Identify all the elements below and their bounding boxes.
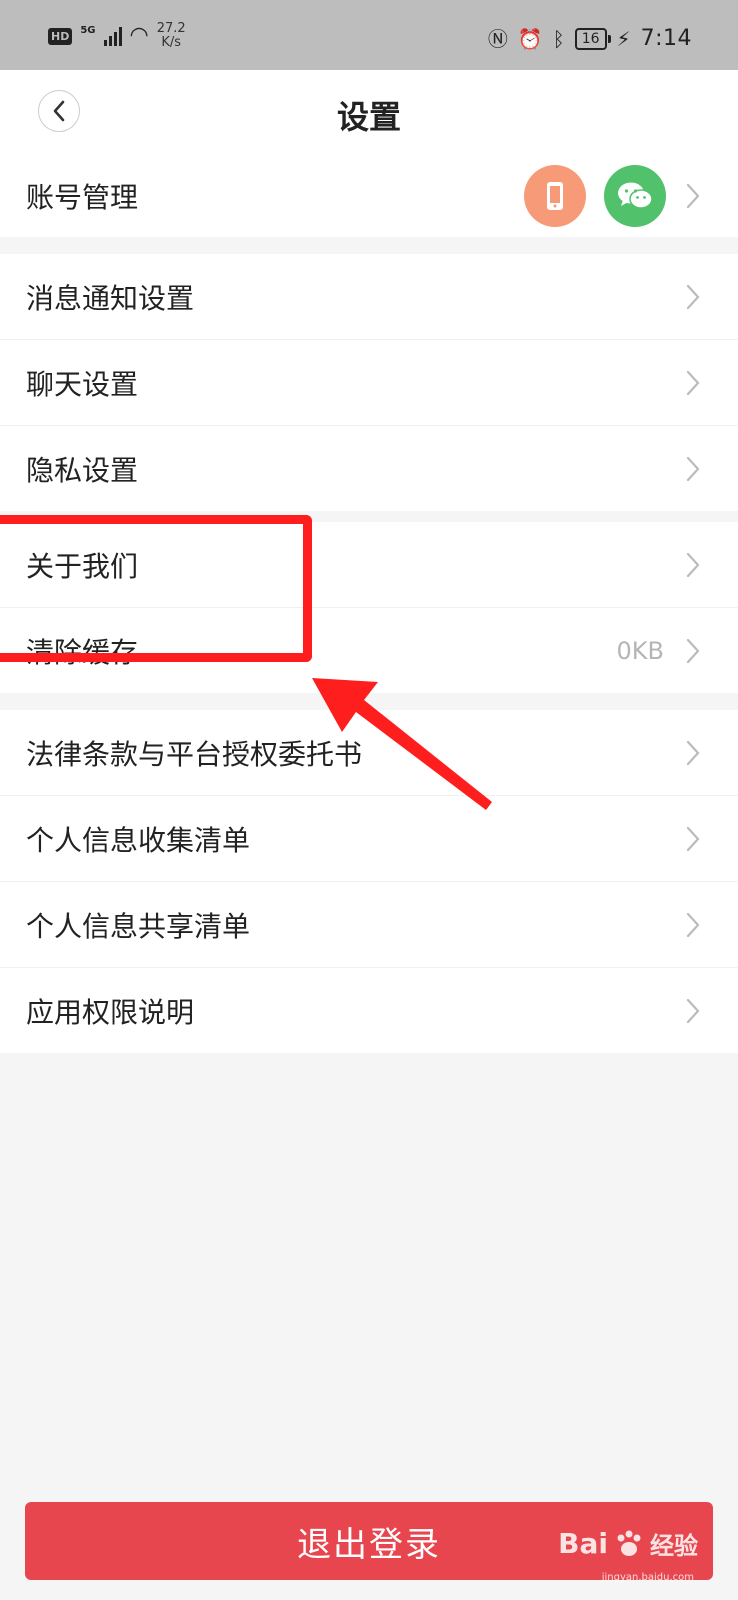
chevron-right-icon	[686, 552, 700, 577]
status-left: HD 5G ◠ 27.2 K/s	[48, 22, 186, 50]
speed-unit: K/s	[161, 35, 182, 50]
account-section: 账号管理	[0, 154, 738, 237]
charging-icon: ⚡	[616, 26, 631, 51]
chevron-right-icon	[686, 638, 700, 663]
chevron-right-icon	[686, 912, 700, 937]
row-label: 隐私设置	[26, 453, 139, 487]
chevron-right-icon	[686, 998, 700, 1023]
app-permissions-row[interactable]: 应用权限说明	[0, 968, 738, 1053]
bluetooth-icon: ᛒ	[552, 26, 565, 51]
personal-info-sharing-row[interactable]: 个人信息共享清单	[0, 882, 738, 968]
baidu-paw-icon	[617, 1530, 641, 1556]
phone-glyph	[547, 181, 563, 210]
row-label: 个人信息收集清单	[26, 823, 251, 857]
notification-settings-row[interactable]: 消息通知设置	[0, 254, 738, 340]
network-type: 5G	[80, 24, 96, 36]
watermark-suffix: 经验	[650, 1532, 698, 1560]
row-label: 消息通知设置	[26, 281, 195, 315]
phone-icon[interactable]	[524, 164, 586, 227]
chevron-right-icon	[686, 183, 700, 208]
bound-accounts	[524, 164, 666, 227]
annotation-highlight-box	[0, 515, 312, 662]
wechat-glyph	[618, 182, 653, 209]
clock: 7:14	[640, 26, 692, 51]
nfc-icon: Ⓝ	[487, 26, 508, 51]
row-label: 应用权限说明	[26, 995, 195, 1029]
nav-header: 设置	[0, 70, 738, 154]
chevron-right-icon	[686, 456, 700, 481]
account-management-row[interactable]: 账号管理	[0, 154, 738, 237]
status-bar: HD 5G ◠ 27.2 K/s Ⓝ ⏰ ᛒ 16 ⚡ 7:14	[0, 0, 738, 70]
signal-icon	[103, 26, 122, 46]
network-speed: 27.2 K/s	[157, 22, 186, 50]
chevron-right-icon	[686, 370, 700, 395]
cache-size: 0KB	[616, 636, 664, 665]
speed-value: 27.2	[156, 21, 186, 36]
wechat-icon[interactable]	[604, 164, 666, 227]
logout-label: 退出登录	[297, 1524, 441, 1565]
row-label: 个人信息共享清单	[26, 909, 251, 943]
chevron-right-icon	[686, 284, 700, 309]
settings-group-1: 消息通知设置 聊天设置 隐私设置	[0, 254, 738, 511]
hd-badge: HD	[48, 27, 73, 45]
chevron-right-icon	[686, 826, 700, 851]
page-title: 设置	[336, 98, 401, 136]
row-label: 聊天设置	[26, 367, 139, 401]
wifi-icon: ◠	[129, 23, 149, 48]
watermark-brand: Bai	[558, 1527, 608, 1560]
battery-icon: 16	[574, 27, 611, 50]
status-right: Ⓝ ⏰ ᛒ 16 ⚡ 7:14	[488, 26, 692, 51]
baidu-jingyan-watermark: Bai 百度 经验	[558, 1526, 698, 1561]
chevron-right-icon	[686, 740, 700, 765]
chat-settings-row[interactable]: 聊天设置	[0, 340, 738, 426]
alarm-icon: ⏰	[517, 26, 543, 51]
watermark-url: jingyan.baidu.com	[601, 1572, 694, 1583]
annotation-arrow-icon	[312, 678, 492, 810]
privacy-settings-row[interactable]: 隐私设置	[0, 426, 738, 511]
account-management-label: 账号管理	[26, 180, 139, 214]
